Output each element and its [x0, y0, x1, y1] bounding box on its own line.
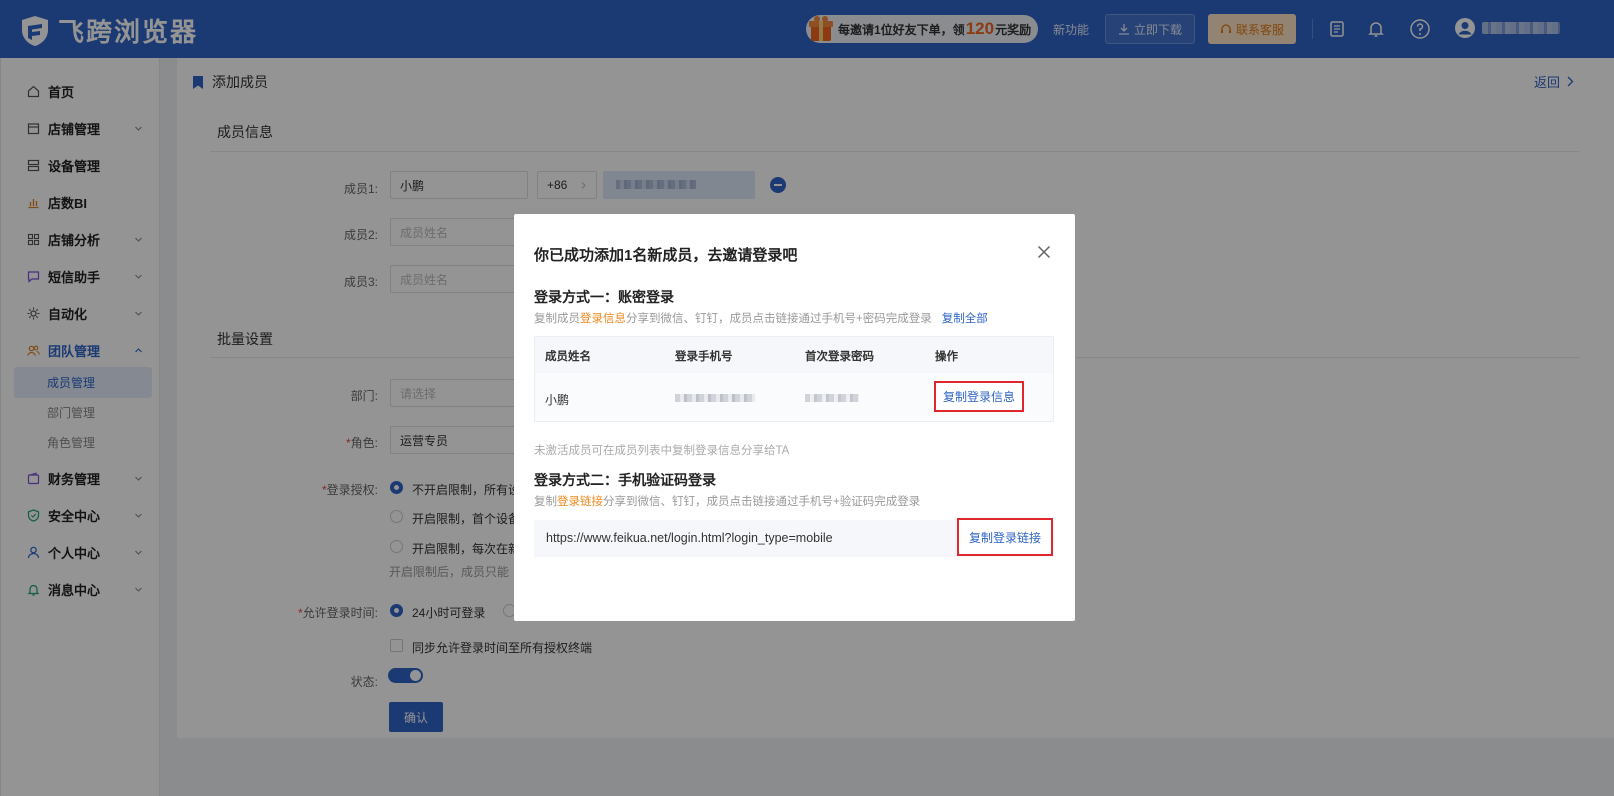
method1-desc-highlight: 登录信息: [580, 313, 626, 325]
member-login-table: 成员姓名 登录手机号 首次登录密码 操作 小鹏 复制登录信息: [534, 336, 1054, 422]
table-row: 小鹏 复制登录信息: [535, 373, 1053, 421]
column-header: 首次登录密码: [805, 351, 874, 363]
dialog-title: 你已成功添加1名新成员，去邀请登录吧: [534, 247, 798, 264]
method2-desc: 复制登录链接分享到微信、钉钉，成员点击链接通过手机号+验证码完成登录: [534, 493, 920, 509]
copy-login-link-button[interactable]: 复制登录链接: [957, 518, 1053, 556]
column-header: 成员姓名: [545, 351, 591, 363]
inactive-member-note: 未激活成员可在成员列表中复制登录信息分享给TA: [534, 445, 790, 457]
method2-title: 登录方式二：手机验证码登录: [534, 472, 716, 488]
method1-desc: 复制成员登录信息分享到微信、钉钉，成员点击链接通过手机号+密码完成登录 复制全部: [534, 310, 988, 326]
column-header: 操作: [935, 351, 958, 363]
close-icon[interactable]: [1037, 245, 1051, 259]
member-name-cell: 小鹏: [545, 393, 570, 407]
invite-login-dialog: 你已成功添加1名新成员，去邀请登录吧 登录方式一：账密登录 复制成员登录信息分享…: [514, 214, 1075, 621]
column-header: 登录手机号: [675, 351, 733, 363]
method2-desc-highlight: 登录链接: [557, 496, 603, 508]
login-link-text[interactable]: https://www.feikua.net/login.html?login_…: [546, 531, 833, 545]
phone-cell-blurred: [675, 394, 755, 402]
password-cell-blurred: [805, 394, 859, 402]
table-header: 成员姓名 登录手机号 首次登录密码 操作: [535, 337, 1053, 373]
method1-title: 登录方式一：账密登录: [534, 289, 674, 305]
copy-login-info-button[interactable]: 复制登录信息: [934, 381, 1024, 412]
method2-desc-pre: 复制: [534, 496, 557, 508]
method2-desc-post: 分享到微信、钉钉，成员点击链接通过手机号+验证码完成登录: [603, 496, 921, 508]
method1-desc-pre: 复制成员: [534, 313, 580, 325]
copy-all-link[interactable]: 复制全部: [942, 313, 988, 325]
method1-desc-post: 分享到微信、钉钉，成员点击链接通过手机号+密码完成登录: [626, 313, 932, 325]
